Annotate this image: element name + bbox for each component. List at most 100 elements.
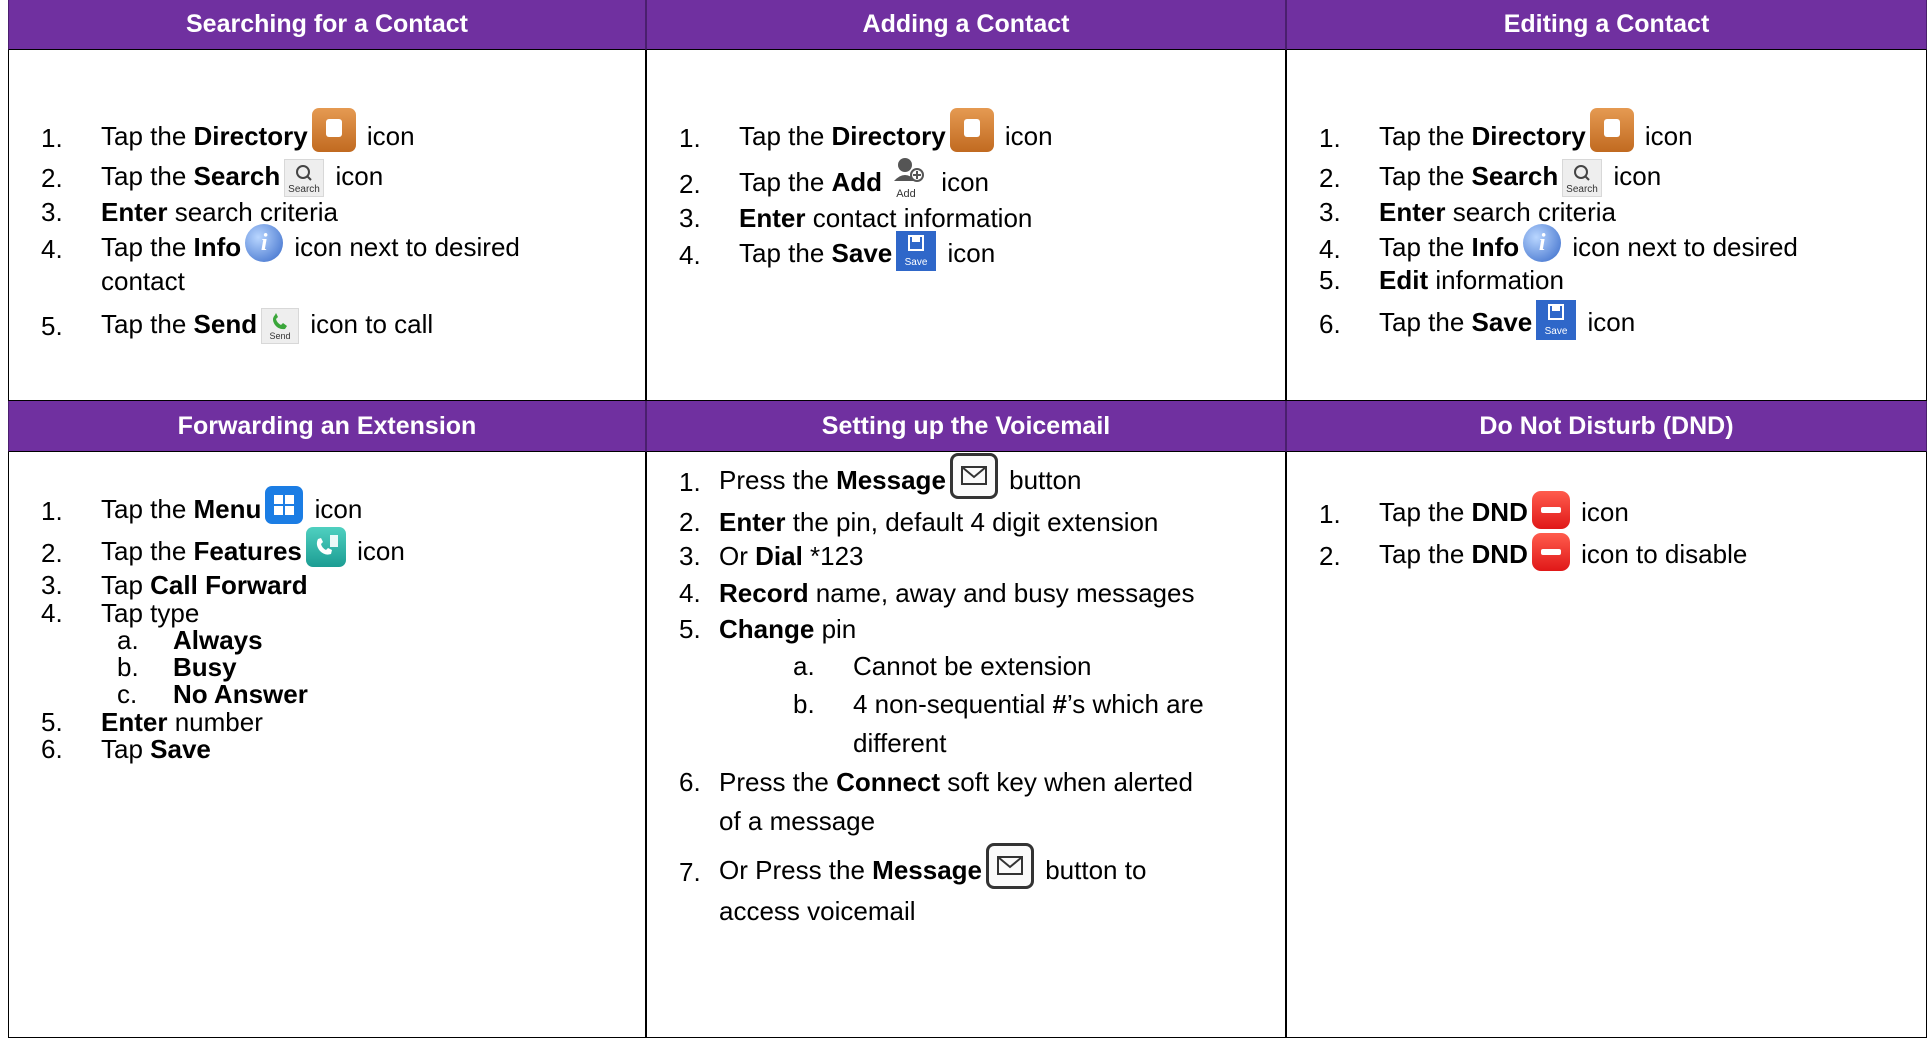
step-number: 2. (41, 538, 63, 568)
step-keyword: Dial (755, 541, 803, 571)
step-number: 2. (679, 507, 701, 537)
step-text: icon (1573, 496, 1629, 527)
save-icon: Save (1536, 300, 1577, 340)
search-icon: Search (284, 159, 325, 197)
panel-editing-contact: 1. Tap the Directory icon 2. Tap the Sea… (1286, 50, 1927, 401)
step-number: 6. (679, 767, 701, 797)
step-text: Tap the (101, 308, 194, 339)
step-number: 3. (679, 203, 701, 233)
step-keyword: Search (193, 160, 281, 191)
step-keyword: Message (836, 464, 946, 495)
step-keyword: Enter (101, 707, 168, 737)
step-number: 1. (679, 467, 701, 497)
info-icon: i (1523, 224, 1562, 262)
step-keyword: Info (193, 231, 242, 262)
step-number: 4. (1319, 234, 1341, 264)
step-text: Tap the (101, 535, 194, 566)
step-text: name, away and busy messages (808, 578, 1195, 608)
step-keyword: DND (1471, 496, 1528, 527)
header-voicemail-setup: Setting up the Voicemail (646, 401, 1286, 452)
search-icon-label: Search (1566, 184, 1598, 195)
step-text: of a message (719, 806, 876, 836)
directory-icon (1589, 108, 1634, 152)
directory-icon (949, 108, 994, 152)
step-number: 1. (679, 123, 701, 153)
dnd-icon (1531, 533, 1570, 571)
add-contact-icon: Add (886, 155, 930, 201)
step-text: the pin, default 4 digit extension (785, 507, 1159, 537)
step-text: icon next to desired (287, 231, 520, 262)
step-text: search criteria (1445, 197, 1616, 227)
step-text: Tap the (739, 237, 832, 268)
step-keyword: Save (831, 237, 893, 268)
step-number: 2. (1319, 541, 1341, 571)
send-icon: Send (261, 308, 300, 344)
step-text: button to (1038, 854, 1147, 885)
step-text: *123 (802, 541, 864, 571)
step-number: 2. (679, 169, 701, 199)
save-icon: Save (896, 231, 937, 271)
header-searching-contact: Searching for a Contact (8, 0, 646, 50)
step-text: Press the (719, 464, 837, 495)
step-text: Tap the (739, 120, 832, 151)
step-number: 7. (679, 857, 701, 887)
save-icon-label: Save (1545, 326, 1568, 337)
menu-icon (265, 486, 304, 524)
step-keyword: Enter (719, 507, 786, 537)
step-text: contact information (805, 203, 1033, 233)
step-text: icon (997, 120, 1053, 151)
step-text: Tap the (739, 166, 832, 197)
step-number: 1. (41, 496, 63, 526)
step-text: icon (307, 493, 363, 524)
panel-searching-contact: 1. Tap the Directory icon 2. Tap the Sea… (8, 50, 646, 401)
step-keyword: Call Forward (150, 570, 308, 600)
step-text: Or Press the (719, 854, 873, 885)
step-keyword: No Answer (173, 679, 308, 709)
panel-do-not-disturb: 1. Tap the DND icon 2. Tap the DND icon … (1286, 452, 1927, 1038)
step-keyword: Directory (1471, 120, 1586, 151)
quick-reference-grid: Searching for a Contact Adding a Contact… (8, 0, 1927, 1038)
step-text: contact (101, 266, 185, 296)
step-keyword: Send (193, 308, 258, 339)
step-text: Tap the (1379, 120, 1472, 151)
step-number: 4. (41, 598, 63, 628)
step-letter: a. (117, 625, 139, 655)
step-text: icon (940, 237, 996, 268)
panel-voicemail-setup: 1. Press the Message button 2. Enter the… (646, 452, 1286, 1038)
step-keyword: Save (1471, 306, 1533, 337)
step-keyword: Enter (739, 203, 806, 233)
step-keyword: Search (1471, 160, 1559, 191)
step-text: Tap the (1379, 160, 1472, 191)
step-keyword: # (1052, 689, 1067, 719)
step-number: 4. (41, 234, 63, 264)
step-text: icon (359, 120, 415, 151)
step-number: 4. (679, 240, 701, 270)
step-text: icon (934, 166, 989, 197)
step-number: 1. (41, 123, 63, 153)
step-text: icon (328, 160, 384, 191)
step-number: 1. (1319, 499, 1341, 529)
step-letter: b. (117, 652, 139, 682)
step-text: icon (1637, 120, 1693, 151)
step-keyword: DND (1471, 538, 1528, 569)
step-number: 3. (41, 570, 63, 600)
step-text: 4 non-sequential (853, 689, 1053, 719)
header-do-not-disturb: Do Not Disturb (DND) (1286, 401, 1927, 452)
save-icon-label: Save (905, 257, 928, 268)
step-number: 6. (1319, 309, 1341, 339)
step-text: Tap the (1379, 306, 1472, 337)
step-number: 3. (41, 197, 63, 227)
step-keyword: Directory (193, 120, 308, 151)
search-icon: Search (1562, 159, 1603, 197)
step-keyword: Directory (831, 120, 946, 151)
step-number: 5. (41, 311, 63, 341)
step-number: 2. (1319, 163, 1341, 193)
step-text: icon (349, 535, 405, 566)
header-editing-contact: Editing a Contact (1286, 0, 1927, 50)
step-letter: a. (793, 651, 815, 681)
step-keyword: Busy (173, 652, 237, 682)
step-keyword: Edit (1379, 265, 1429, 295)
send-icon-label: Send (270, 331, 291, 341)
step-text: Tap the (101, 120, 194, 151)
step-text: Tap (101, 734, 151, 764)
